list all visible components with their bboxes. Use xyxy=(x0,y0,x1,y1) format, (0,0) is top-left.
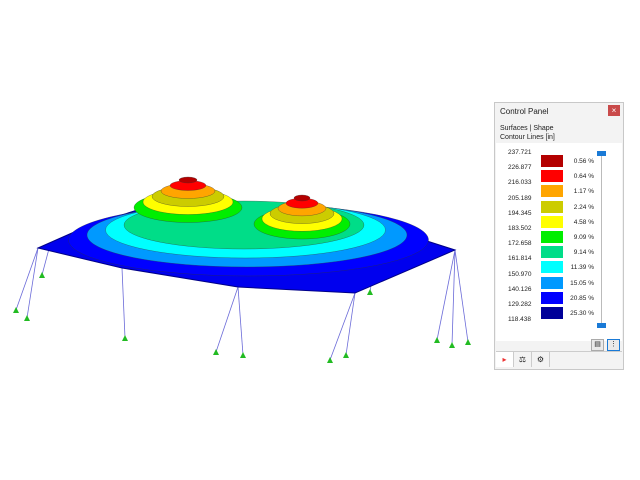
legend-percent: 0.64 % xyxy=(573,173,594,181)
legend-swatch xyxy=(540,199,564,214)
support-icon xyxy=(343,352,349,358)
legend-swatch xyxy=(540,214,564,229)
legend-swatch xyxy=(540,245,564,260)
legend-swatch xyxy=(540,260,564,275)
display-icon[interactable]: ⚖ xyxy=(514,352,532,367)
column xyxy=(329,292,356,361)
column xyxy=(237,286,244,356)
support-icon xyxy=(240,352,246,358)
contour-band xyxy=(178,176,198,184)
column xyxy=(345,292,356,356)
legend-swatch xyxy=(540,275,564,290)
support-icon xyxy=(213,349,219,355)
legend-value: 129.282 xyxy=(508,301,532,308)
close-button[interactable]: × xyxy=(608,105,620,116)
legend-percent: 9.09 % xyxy=(573,234,594,241)
color-scale-icon[interactable]: ▸ xyxy=(496,352,514,367)
support-icon xyxy=(13,307,19,313)
legend-value: 237.721 xyxy=(508,149,532,156)
legend-percent: 11.39 % xyxy=(570,264,594,272)
legend-percent: 9.14 % xyxy=(573,249,594,257)
slider-max-handle[interactable] xyxy=(597,151,606,156)
support-icon xyxy=(367,289,373,295)
legend-value: 118.438 xyxy=(508,316,532,324)
support-icon xyxy=(434,337,440,343)
legend-percent: 1.17 % xyxy=(573,188,594,196)
legend-percent: 2.24 % xyxy=(573,203,594,211)
legend-swatch xyxy=(540,230,564,244)
column xyxy=(121,267,126,339)
legend-value: 140.126 xyxy=(508,285,532,293)
slider-min-handle[interactable] xyxy=(597,323,606,328)
column xyxy=(454,249,469,343)
legend-swatch xyxy=(540,169,564,184)
legend-value: 194.345 xyxy=(508,209,532,217)
legend-swatch xyxy=(540,154,564,168)
export-icon[interactable]: ▤ xyxy=(591,339,604,351)
legend-value: 205.189 xyxy=(508,194,532,202)
3d-tent-model[interactable] xyxy=(0,0,490,480)
legend-value: 150.970 xyxy=(508,270,532,278)
legend-value: 161.814 xyxy=(508,255,532,263)
legend-value: 183.502 xyxy=(508,225,532,232)
support-icon xyxy=(465,339,471,345)
support-icon xyxy=(327,357,333,363)
support-icon xyxy=(122,335,128,341)
contour-band xyxy=(293,194,311,202)
panel-title: Control Panel xyxy=(500,107,549,116)
range-slider-track[interactable] xyxy=(601,153,602,325)
legend-value: 172.658 xyxy=(508,240,532,248)
legend-percent: 25.30 % xyxy=(570,310,594,317)
legend-swatch xyxy=(540,290,564,305)
color-legend: 237.721 226.877 216.033 205.189 194.345 183.5… xyxy=(496,143,622,341)
column xyxy=(215,286,239,353)
legend-percent: 0.56 % xyxy=(573,158,594,165)
legend-swatch xyxy=(540,306,564,320)
legend-percent: 15.05 % xyxy=(570,279,594,287)
legend-icon[interactable]: ⋮ xyxy=(607,339,620,351)
legend-percent: 20.85 % xyxy=(570,294,594,302)
legend-percent: 4.58 % xyxy=(573,218,594,226)
column xyxy=(26,247,39,319)
legend-swatch xyxy=(540,184,564,199)
legend-value: 226.877 xyxy=(508,164,532,172)
column xyxy=(15,247,39,311)
legend-value: 216.033 xyxy=(508,179,532,187)
control-panel: Control Panel × Surfaces | Shape Contour… xyxy=(494,102,624,370)
support-icon xyxy=(449,342,455,348)
settings-icon[interactable]: ⚙ xyxy=(532,352,550,367)
result-unit: Contour Lines [in] xyxy=(500,134,555,141)
support-icon xyxy=(39,272,45,278)
result-type: Surfaces | Shape xyxy=(500,125,554,132)
support-icon xyxy=(24,315,30,321)
